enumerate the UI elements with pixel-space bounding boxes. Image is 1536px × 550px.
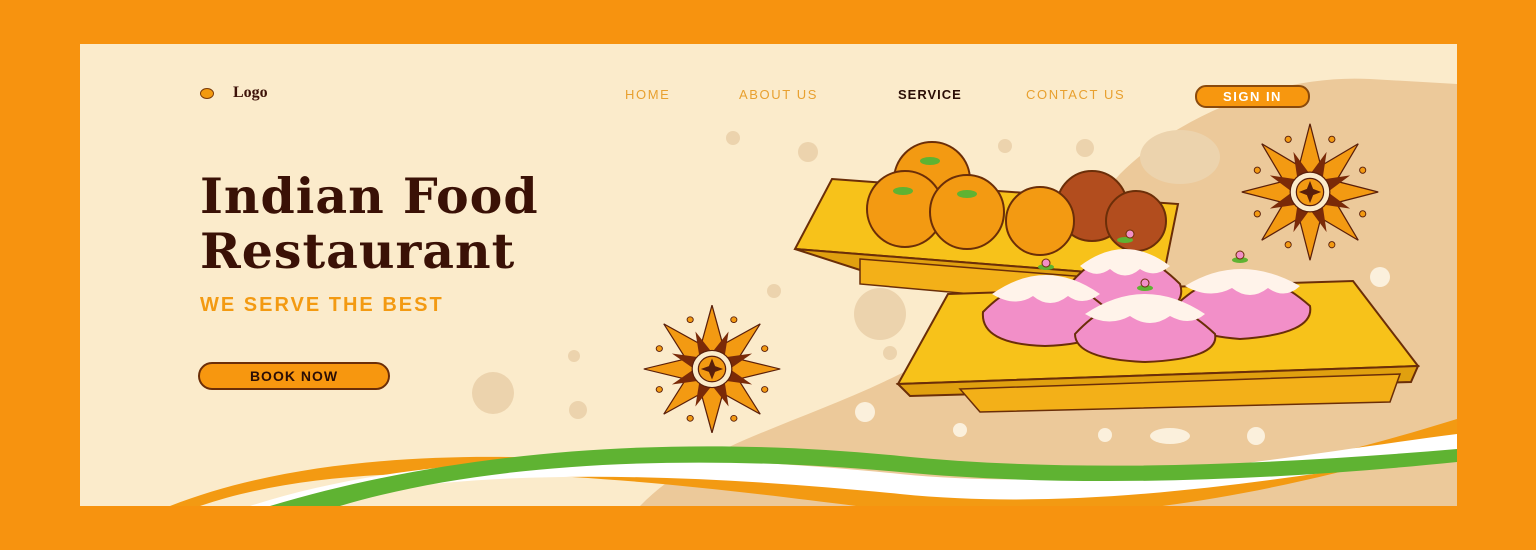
nav-home[interactable]: HOME — [625, 87, 670, 102]
logo-dot-icon — [200, 88, 214, 99]
rangoli-icon — [643, 304, 781, 434]
nav-service[interactable]: SERVICE — [898, 87, 962, 102]
hero-title-line-2: Restaurant — [200, 222, 516, 280]
rangoli-icon — [1241, 123, 1379, 261]
hero-banner: Logo HOME ABOUT US SERVICE CONTACT US SI… — [80, 44, 1457, 506]
logo[interactable]: Logo — [233, 84, 268, 102]
book-now-button[interactable]: BOOK NOW — [198, 362, 390, 390]
hero-tagline: WE SERVE THE BEST — [200, 294, 444, 316]
sign-in-button[interactable]: SIGN IN — [1195, 85, 1310, 108]
hero-title: Indian Food Restaurant — [200, 169, 539, 279]
nav-about-us[interactable]: ABOUT US — [739, 87, 818, 102]
nav-contact-us[interactable]: CONTACT US — [1026, 87, 1125, 102]
hero-title-line-1: Indian Food — [200, 167, 539, 225]
